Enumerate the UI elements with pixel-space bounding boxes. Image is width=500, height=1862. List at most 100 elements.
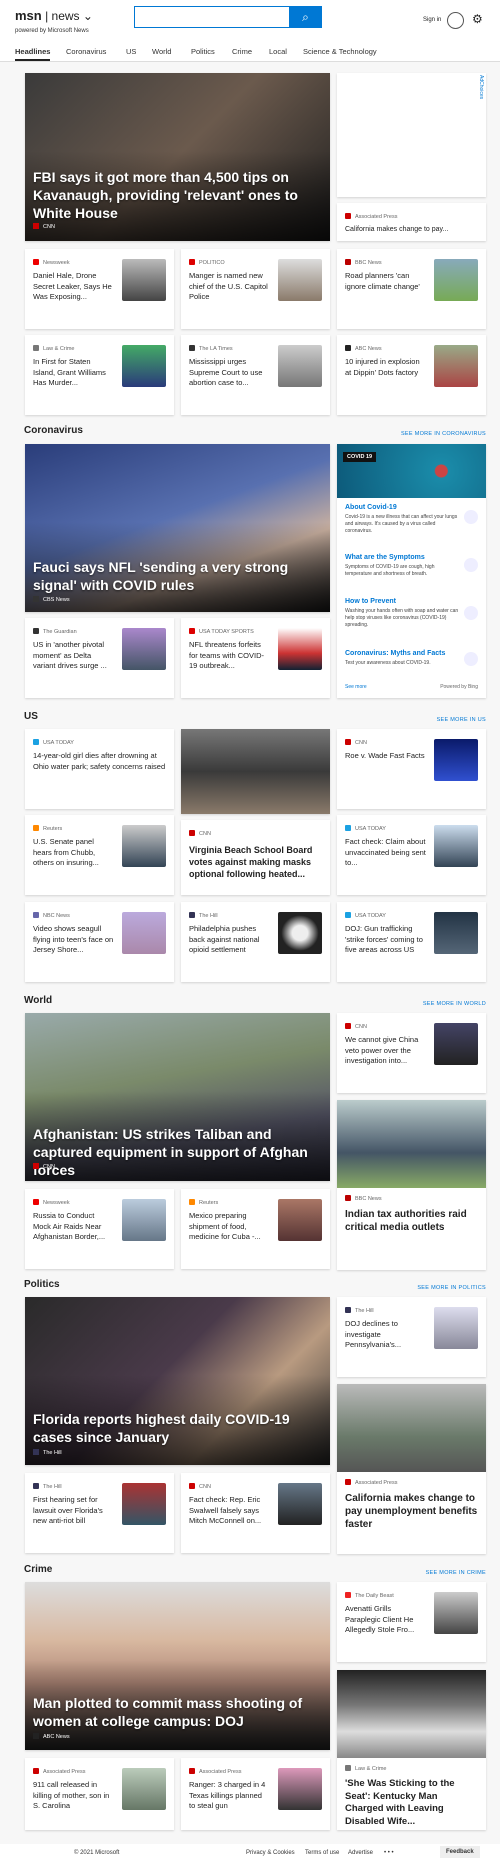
- section-title-world[interactable]: World: [24, 995, 52, 1006]
- covid-item-desc: Washing your hands often with soap and w…: [345, 608, 459, 628]
- us-image[interactable]: [181, 729, 330, 814]
- news-card[interactable]: USA TODAY DOJ: Gun trafficking 'strike f…: [337, 902, 486, 982]
- card-title: Roe v. Wade Fast Facts: [345, 751, 425, 760]
- feedback-button[interactable]: Feedback: [440, 1846, 480, 1858]
- card-image: [337, 1384, 486, 1472]
- card-title: Avenatti Grills Paraplegic Client He All…: [345, 1604, 415, 1634]
- privacy-link[interactable]: Privacy & Cookies: [246, 1850, 295, 1856]
- card-source: The Daily Beast: [345, 1592, 394, 1599]
- news-card[interactable]: The Hill DOJ declines to investigate Pen…: [337, 1297, 486, 1377]
- tab-crime[interactable]: Crime: [232, 47, 252, 56]
- news-card-large[interactable]: Associated Press California makes change…: [337, 1384, 486, 1554]
- news-card[interactable]: The Hill First hearing set for lawsuit o…: [25, 1473, 174, 1553]
- world-hero-card[interactable]: Afghanistan: US strikes Taliban and capt…: [25, 1013, 330, 1181]
- covid-badge: COVID 19: [343, 452, 377, 462]
- card-thumbnail: [434, 825, 478, 867]
- section-title-coronavirus[interactable]: Coronavirus: [24, 425, 83, 436]
- news-card[interactable]: The Daily Beast Avenatti Grills Parapleg…: [337, 1582, 486, 1662]
- card-source: Associated Press: [33, 1768, 86, 1775]
- news-card-large[interactable]: BBC News Indian tax authorities raid cri…: [337, 1100, 486, 1270]
- card-source: USA TODAY: [345, 825, 386, 832]
- news-card[interactable]: Newsweek Daniel Hale, Drone Secret Leake…: [25, 249, 174, 329]
- more-icon[interactable]: • • •: [384, 1850, 394, 1856]
- card-thumbnail: [278, 345, 322, 387]
- terms-link[interactable]: Terms of use: [305, 1850, 339, 1856]
- news-card[interactable]: CNN Fact check: Rep. Eric Swalwell false…: [181, 1473, 330, 1553]
- card-source: The Hill: [33, 1483, 62, 1490]
- news-card[interactable]: USA TODAY Fact check: Claim about unvacc…: [337, 815, 486, 895]
- tab-us[interactable]: US: [126, 47, 136, 56]
- advertise-link[interactable]: Advertise: [348, 1850, 373, 1856]
- news-card-large[interactable]: Law & Crime 'She Was Sticking to the Sea…: [337, 1670, 486, 1830]
- news-card[interactable]: NBC News Video shows seagull flying into…: [25, 902, 174, 982]
- news-card[interactable]: Associated Press 911 call released in ki…: [25, 1758, 174, 1830]
- avatar-icon[interactable]: [447, 12, 464, 29]
- news-card[interactable]: Reuters U.S. Senate panel hears from Chu…: [25, 815, 174, 895]
- gear-icon[interactable]: ⚙: [472, 12, 483, 26]
- news-card[interactable]: Law & Crime In First for Staten Island, …: [25, 335, 174, 415]
- card-thumbnail: [278, 259, 322, 301]
- tab-local[interactable]: Local: [269, 47, 287, 56]
- news-card[interactable]: CNN We cannot give China veto power over…: [337, 1013, 486, 1093]
- crime-hero-card[interactable]: Man plotted to commit mass shooting of w…: [25, 1582, 330, 1750]
- news-card[interactable]: USA TODAY SPORTS NFL threatens forfeits …: [181, 618, 330, 698]
- tab-headlines[interactable]: Headlines: [15, 47, 51, 61]
- section-title-crime[interactable]: Crime: [24, 1564, 52, 1575]
- card-title: In First for Staten Island, Grant Willia…: [33, 357, 106, 387]
- tab-world[interactable]: World: [152, 47, 171, 56]
- covid-item[interactable]: About Covid-19 Covid-19 is a new illness…: [345, 504, 462, 535]
- tab-science[interactable]: Science & Technology: [303, 47, 377, 56]
- sign-in-link[interactable]: Sign in: [423, 17, 441, 23]
- see-more-crime[interactable]: SEE MORE IN CRIME: [426, 1570, 486, 1576]
- covid-item[interactable]: How to Prevent Washing your hands often …: [345, 598, 462, 629]
- covid-hero-card[interactable]: Fauci says NFL 'sending a very strong si…: [25, 444, 330, 612]
- card-thumbnail: [434, 345, 478, 387]
- news-card[interactable]: The LA Times Mississippi urges Supreme C…: [181, 335, 330, 415]
- see-more-politics[interactable]: SEE MORE IN POLITICS: [417, 1285, 486, 1291]
- news-card[interactable]: POLITICO Manger is named new chief of th…: [181, 249, 330, 329]
- news-card[interactable]: ABC News 10 injured in explosion at Dipp…: [337, 335, 486, 415]
- covid-item[interactable]: What are the Symptoms Symptoms of COVID-…: [345, 554, 462, 578]
- news-card[interactable]: Reuters Mexico preparing shipment of foo…: [181, 1189, 330, 1269]
- msn-logo[interactable]: msn | news ⌄: [15, 8, 93, 23]
- card-title: 911 call released in killing of mother, …: [33, 1780, 110, 1810]
- hero-source: CNN: [33, 1163, 55, 1170]
- ad-slot[interactable]: AdChoices: [337, 73, 486, 197]
- card-title: DOJ: Gun trafficking 'strike forces' com…: [345, 924, 423, 954]
- news-card[interactable]: The Hill Philadelphia pushes back agains…: [181, 902, 330, 982]
- covid-item-desc: Test your awareness about COVID-19.: [345, 660, 431, 666]
- news-card[interactable]: BBC News Road planners 'can ignore clima…: [337, 249, 486, 329]
- news-card[interactable]: USA TODAY 14-year-old girl dies after dr…: [25, 729, 174, 809]
- card-source: USA TODAY: [33, 739, 74, 746]
- card-title: Daniel Hale, Drone Secret Leaker, Says H…: [33, 271, 112, 301]
- covid-see-more-link[interactable]: See more: [345, 684, 367, 690]
- search-button[interactable]: ⌕: [289, 6, 322, 28]
- see-more-us[interactable]: SEE MORE IN US: [437, 717, 486, 723]
- news-card[interactable]: The Guardian US in 'another pivotal mome…: [25, 618, 174, 698]
- card-image: [337, 1100, 486, 1188]
- card-thumbnail: [278, 1768, 322, 1810]
- adchoices-label[interactable]: AdChoices: [478, 75, 484, 99]
- tab-politics[interactable]: Politics: [191, 47, 215, 56]
- tab-coronavirus[interactable]: Coronavirus: [66, 47, 106, 56]
- card-source: Associated Press: [345, 213, 398, 220]
- covid-item[interactable]: Coronavirus: Myths and Facts Test your a…: [345, 650, 462, 667]
- politics-hero-card[interactable]: Florida reports highest daily COVID-19 c…: [25, 1297, 330, 1465]
- news-card[interactable]: CNN Virginia Beach School Board votes ag…: [181, 820, 330, 895]
- section-title-politics[interactable]: Politics: [24, 1279, 60, 1290]
- card-thumbnail: [434, 739, 478, 781]
- card-title: NFL threatens forfeits for teams with CO…: [189, 640, 265, 670]
- card-title: Indian tax authorities raid critical med…: [345, 1209, 467, 1233]
- news-card[interactable]: CNN Roe v. Wade Fast Facts: [337, 729, 486, 809]
- news-card[interactable]: Associated Press California makes change…: [337, 203, 486, 241]
- news-card[interactable]: Newsweek Russia to Conduct Mock Air Raid…: [25, 1189, 174, 1269]
- card-title: Ranger: 3 charged in 4 Texas killings pl…: [189, 1780, 266, 1810]
- see-more-world[interactable]: SEE MORE IN WORLD: [423, 1001, 486, 1007]
- card-source: The Hill: [189, 912, 218, 919]
- see-more-coronavirus[interactable]: SEE MORE IN CORONAVIRUS: [401, 431, 486, 437]
- hero-card[interactable]: FBI says it got more than 4,500 tips on …: [25, 73, 330, 241]
- news-card[interactable]: Associated Press Ranger: 3 charged in 4 …: [181, 1758, 330, 1830]
- card-title: 14-year-old girl dies after drowning at …: [33, 751, 166, 771]
- section-title-us[interactable]: US: [24, 711, 38, 722]
- card-title: US in 'another pivotal moment' as Delta …: [33, 640, 107, 670]
